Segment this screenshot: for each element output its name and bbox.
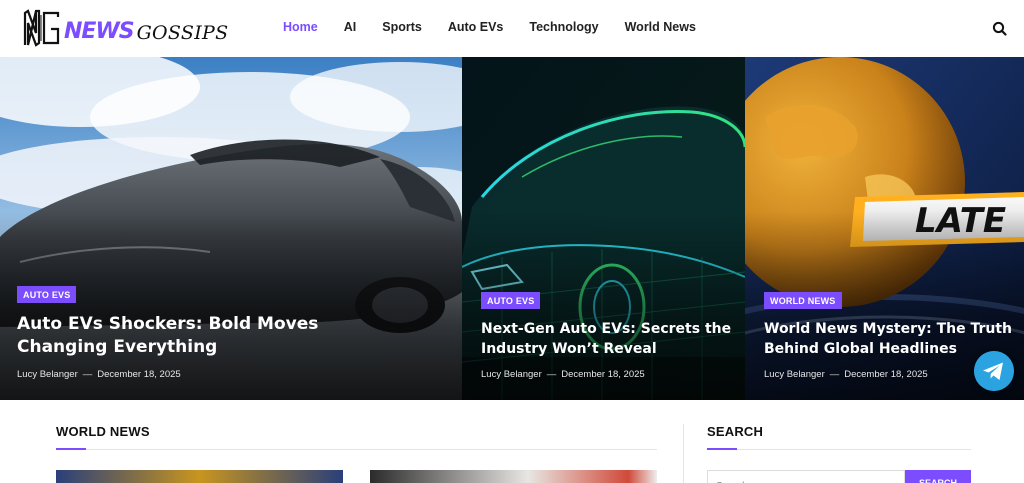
author-link[interactable]: Lucy Belanger — [17, 369, 78, 380]
meta-separator: — — [82, 369, 93, 380]
telegram-icon[interactable] — [974, 351, 1014, 391]
section-title-world-news: WORLD NEWS — [56, 424, 150, 439]
post-date: December 18, 2025 — [97, 369, 181, 380]
section-divider — [707, 449, 971, 450]
ng-monogram-icon — [23, 9, 60, 47]
article-thumbnail[interactable] — [56, 470, 343, 483]
post-date: December 18, 2025 — [561, 369, 645, 380]
sidebar-search-button[interactable]: SEARCH — [905, 470, 971, 483]
nav-technology[interactable]: Technology — [516, 18, 611, 36]
sidebar-divider — [683, 424, 684, 483]
hero-card-3[interactable]: LATE WORLD NEWS World News Mystery: The … — [745, 57, 1024, 400]
hero-card-2[interactable]: AUTO EVS Next-Gen Auto EVs: Secrets the … — [462, 57, 745, 400]
section-accent — [707, 448, 737, 450]
hero-card-1-title[interactable]: Auto EVs Shockers: Bold Moves Changing E… — [17, 313, 347, 359]
meta-separator: — — [546, 369, 557, 380]
nav-auto-evs[interactable]: Auto EVs — [435, 18, 517, 36]
site-logo[interactable]: NEWS GOSSIPS — [22, 8, 228, 48]
post-date: December 18, 2025 — [844, 369, 928, 380]
hero-grid: AUTO EVS Auto EVs Shockers: Bold Moves C… — [0, 57, 1024, 400]
meta-separator: — — [829, 369, 840, 380]
hero-card-1[interactable]: AUTO EVS Auto EVs Shockers: Bold Moves C… — [0, 57, 462, 400]
author-link[interactable]: Lucy Belanger — [481, 369, 542, 380]
nav-sports[interactable]: Sports — [369, 18, 435, 36]
article-thumbnail[interactable] — [370, 470, 657, 483]
hero-card-3-title[interactable]: World News Mystery: The Truth Behind Glo… — [764, 319, 1019, 359]
author-link[interactable]: Lucy Belanger — [764, 369, 825, 380]
search-icon[interactable] — [991, 20, 1009, 38]
hero-card-1-meta: Lucy Belanger — December 18, 2025 — [17, 369, 181, 380]
section-divider — [56, 449, 657, 450]
category-badge[interactable]: AUTO EVS — [481, 292, 541, 309]
section-title-search: SEARCH — [707, 424, 764, 439]
nav-ai[interactable]: AI — [331, 18, 370, 36]
logo-gossips-text: GOSSIPS — [136, 21, 229, 44]
main-nav: Home AI Sports Auto EVs Technology World… — [270, 18, 709, 36]
category-badge[interactable]: AUTO EVS — [17, 286, 77, 303]
section-accent — [56, 448, 86, 450]
sidebar-search-input[interactable]: Search — [707, 470, 905, 483]
hero-card-3-meta: Lucy Belanger — December 18, 2025 — [764, 369, 928, 380]
nav-world-news[interactable]: World News — [612, 18, 709, 36]
site-header: NEWS GOSSIPS Home AI Sports Auto EVs Tec… — [0, 0, 1024, 57]
hero-card-2-meta: Lucy Belanger — December 18, 2025 — [481, 369, 645, 380]
hero-card-2-title[interactable]: Next-Gen Auto EVs: Secrets the Industry … — [481, 319, 736, 359]
nav-home[interactable]: Home — [270, 18, 331, 36]
category-badge[interactable]: WORLD NEWS — [764, 292, 842, 309]
logo-news-text: NEWS — [64, 18, 135, 44]
